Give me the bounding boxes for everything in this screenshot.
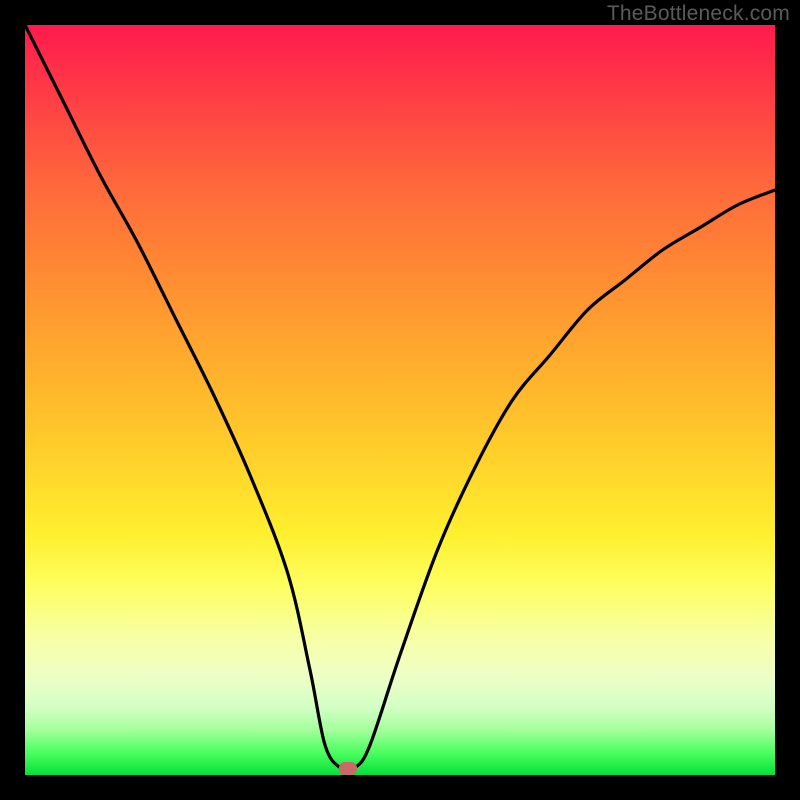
curve-svg	[25, 25, 775, 775]
bottleneck-curve	[25, 25, 775, 770]
optimal-point-marker	[339, 762, 357, 775]
chart-frame: TheBottleneck.com	[0, 0, 800, 800]
watermark-text: TheBottleneck.com	[607, 2, 790, 26]
plot-area	[25, 25, 775, 775]
